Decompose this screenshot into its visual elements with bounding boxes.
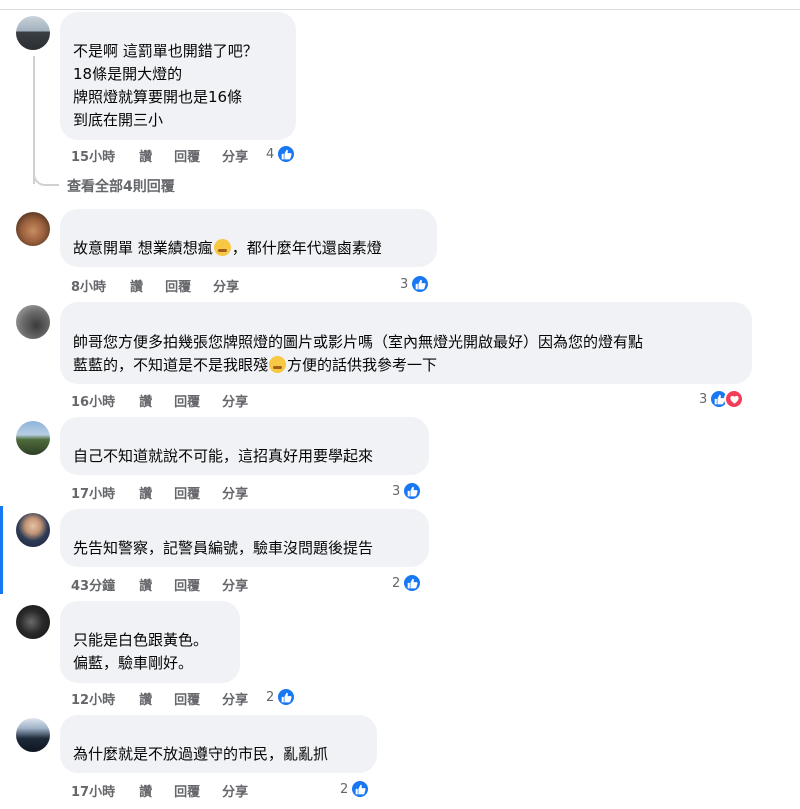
comment-actions: 8小時 讚 回覆 分享 xyxy=(71,276,261,295)
love-icon xyxy=(724,389,745,409)
comment-bubble: 只能是白色跟黃色。 偏藍，驗車剛好。 xyxy=(60,601,240,683)
like-icon xyxy=(410,274,431,294)
share-button[interactable]: 分享 xyxy=(222,575,248,594)
comment-timestamp[interactable]: 12小時 xyxy=(71,689,115,708)
avatar[interactable] xyxy=(16,718,50,752)
view-all-replies-link[interactable]: 查看全部4則回覆 xyxy=(67,176,175,196)
like-button[interactable]: 讚 xyxy=(139,781,152,800)
comment-actions: 16小時 讚 回覆 分享 xyxy=(71,391,270,410)
comment-timestamp[interactable]: 17小時 xyxy=(71,483,115,502)
comment-actions: 12小時 讚 回覆 分享 xyxy=(71,689,270,708)
reply-thread-connector xyxy=(33,168,59,186)
like-icon xyxy=(402,481,423,501)
like-button[interactable]: 讚 xyxy=(139,483,152,502)
comment-text-line: 18條是開大燈的 xyxy=(73,65,183,83)
avatar[interactable] xyxy=(16,16,50,50)
reaction-count: 2 xyxy=(392,575,401,591)
reaction-count: 2 xyxy=(340,781,349,797)
reaction-count: 3 xyxy=(400,276,409,292)
avatar[interactable] xyxy=(16,421,50,455)
like-button[interactable]: 讚 xyxy=(139,146,152,165)
reply-button[interactable]: 回覆 xyxy=(174,689,200,708)
reaction-summary[interactable]: 3 xyxy=(392,481,423,501)
comment-bubble: 不是啊 這罰單也開錯了吧？ 18條是開大燈的 牌照燈就算要開也是16條 到底在開… xyxy=(60,12,296,140)
share-button[interactable]: 分享 xyxy=(222,146,248,165)
like-button[interactable]: 讚 xyxy=(139,689,152,708)
comment-timestamp[interactable]: 43分鐘 xyxy=(71,575,115,594)
rolling-eyes-emoji-icon xyxy=(213,239,231,256)
share-button[interactable]: 分享 xyxy=(222,391,248,410)
reaction-summary[interactable]: 2 xyxy=(266,687,297,707)
share-button[interactable]: 分享 xyxy=(222,781,248,800)
highlight-accent-bar xyxy=(0,506,3,594)
comment-text-line: 先告知警察，記警員編號，驗車沒問題後提告 xyxy=(73,539,374,557)
reply-button[interactable]: 回覆 xyxy=(174,575,200,594)
reaction-summary[interactable]: 4 xyxy=(266,144,297,164)
reply-button[interactable]: 回覆 xyxy=(165,276,191,295)
comment-text-line: 藍藍的，不知道是不是我眼殘 方便的話供我參考一下 xyxy=(73,356,438,374)
like-button[interactable]: 讚 xyxy=(130,276,143,295)
comment-timestamp[interactable]: 16小時 xyxy=(71,391,115,410)
comment-text-line: 偏藍，驗車剛好。 xyxy=(73,654,194,672)
comment-text-line: 不是啊 這罰單也開錯了吧？ xyxy=(73,42,258,60)
share-button[interactable]: 分享 xyxy=(222,689,248,708)
like-icon xyxy=(350,779,371,799)
reaction-count: 2 xyxy=(266,689,275,705)
like-button[interactable]: 讚 xyxy=(139,391,152,410)
comment-bubble: 故意開單 想業績想瘋 ，都什麼年代還鹵素燈 xyxy=(60,209,437,267)
comment-text-line: 牌照燈就算要開也是16條 xyxy=(73,88,243,106)
comment-actions: 17小時 讚 回覆 分享 xyxy=(71,483,270,502)
share-button[interactable]: 分享 xyxy=(213,276,239,295)
avatar[interactable] xyxy=(16,605,50,639)
comment-text-line: 到底在開三小 xyxy=(73,111,164,129)
comment-timestamp[interactable]: 17小時 xyxy=(71,781,115,800)
like-icon xyxy=(276,144,297,164)
top-divider xyxy=(0,9,800,10)
avatar[interactable] xyxy=(16,513,50,547)
reply-button[interactable]: 回覆 xyxy=(174,483,200,502)
like-icon xyxy=(402,573,423,593)
reaction-summary[interactable]: 3 xyxy=(400,274,431,294)
comment-text-line: 為什麼就是不放過遵守的市民，亂亂抓 xyxy=(73,745,329,763)
comment-text-line: 自己不知道就說不可能，這招真好用要學起來 xyxy=(73,447,374,465)
comment-actions: 15小時 讚 回覆 分享 xyxy=(71,146,270,165)
reaction-count: 4 xyxy=(266,146,275,162)
share-button[interactable]: 分享 xyxy=(222,483,248,502)
reply-button[interactable]: 回覆 xyxy=(174,146,200,165)
comment-bubble: 先告知警察，記警員編號，驗車沒問題後提告 xyxy=(60,509,429,567)
reaction-count: 3 xyxy=(392,483,401,499)
like-icon xyxy=(276,687,297,707)
comment-text-line: 故意開單 想業績想瘋 ，都什麼年代還鹵素燈 xyxy=(73,239,382,257)
laughing-emoji-icon xyxy=(269,356,287,373)
comment-bubble: 為什麼就是不放過遵守的市民，亂亂抓 xyxy=(60,715,377,773)
reply-button[interactable]: 回覆 xyxy=(174,391,200,410)
comment-timestamp[interactable]: 8小時 xyxy=(71,276,106,295)
comment-text-line: 只能是白色跟黃色。 xyxy=(73,631,209,649)
like-button[interactable]: 讚 xyxy=(139,575,152,594)
reply-button[interactable]: 回覆 xyxy=(174,781,200,800)
avatar[interactable] xyxy=(16,305,50,339)
reply-thread-line xyxy=(33,56,35,184)
comment-bubble: 自己不知道就說不可能，這招真好用要學起來 xyxy=(60,417,429,475)
comment-actions: 17小時 讚 回覆 分享 xyxy=(71,781,270,800)
reaction-summary[interactable]: 2 xyxy=(392,573,423,593)
comment-text-line: 帥哥您方便多拍幾張您牌照燈的圖片或影片嗎（室內無燈光開啟最好）因為您的燈有點 xyxy=(73,333,644,351)
comment-actions: 43分鐘 讚 回覆 分享 xyxy=(71,575,270,594)
reaction-count: 3 xyxy=(699,391,708,407)
reaction-summary[interactable]: 3 xyxy=(699,389,745,409)
reaction-summary[interactable]: 2 xyxy=(340,779,371,799)
avatar[interactable] xyxy=(16,212,50,246)
comment-timestamp[interactable]: 15小時 xyxy=(71,146,115,165)
comment-bubble: 帥哥您方便多拍幾張您牌照燈的圖片或影片嗎（室內無燈光開啟最好）因為您的燈有點 藍… xyxy=(60,302,752,384)
